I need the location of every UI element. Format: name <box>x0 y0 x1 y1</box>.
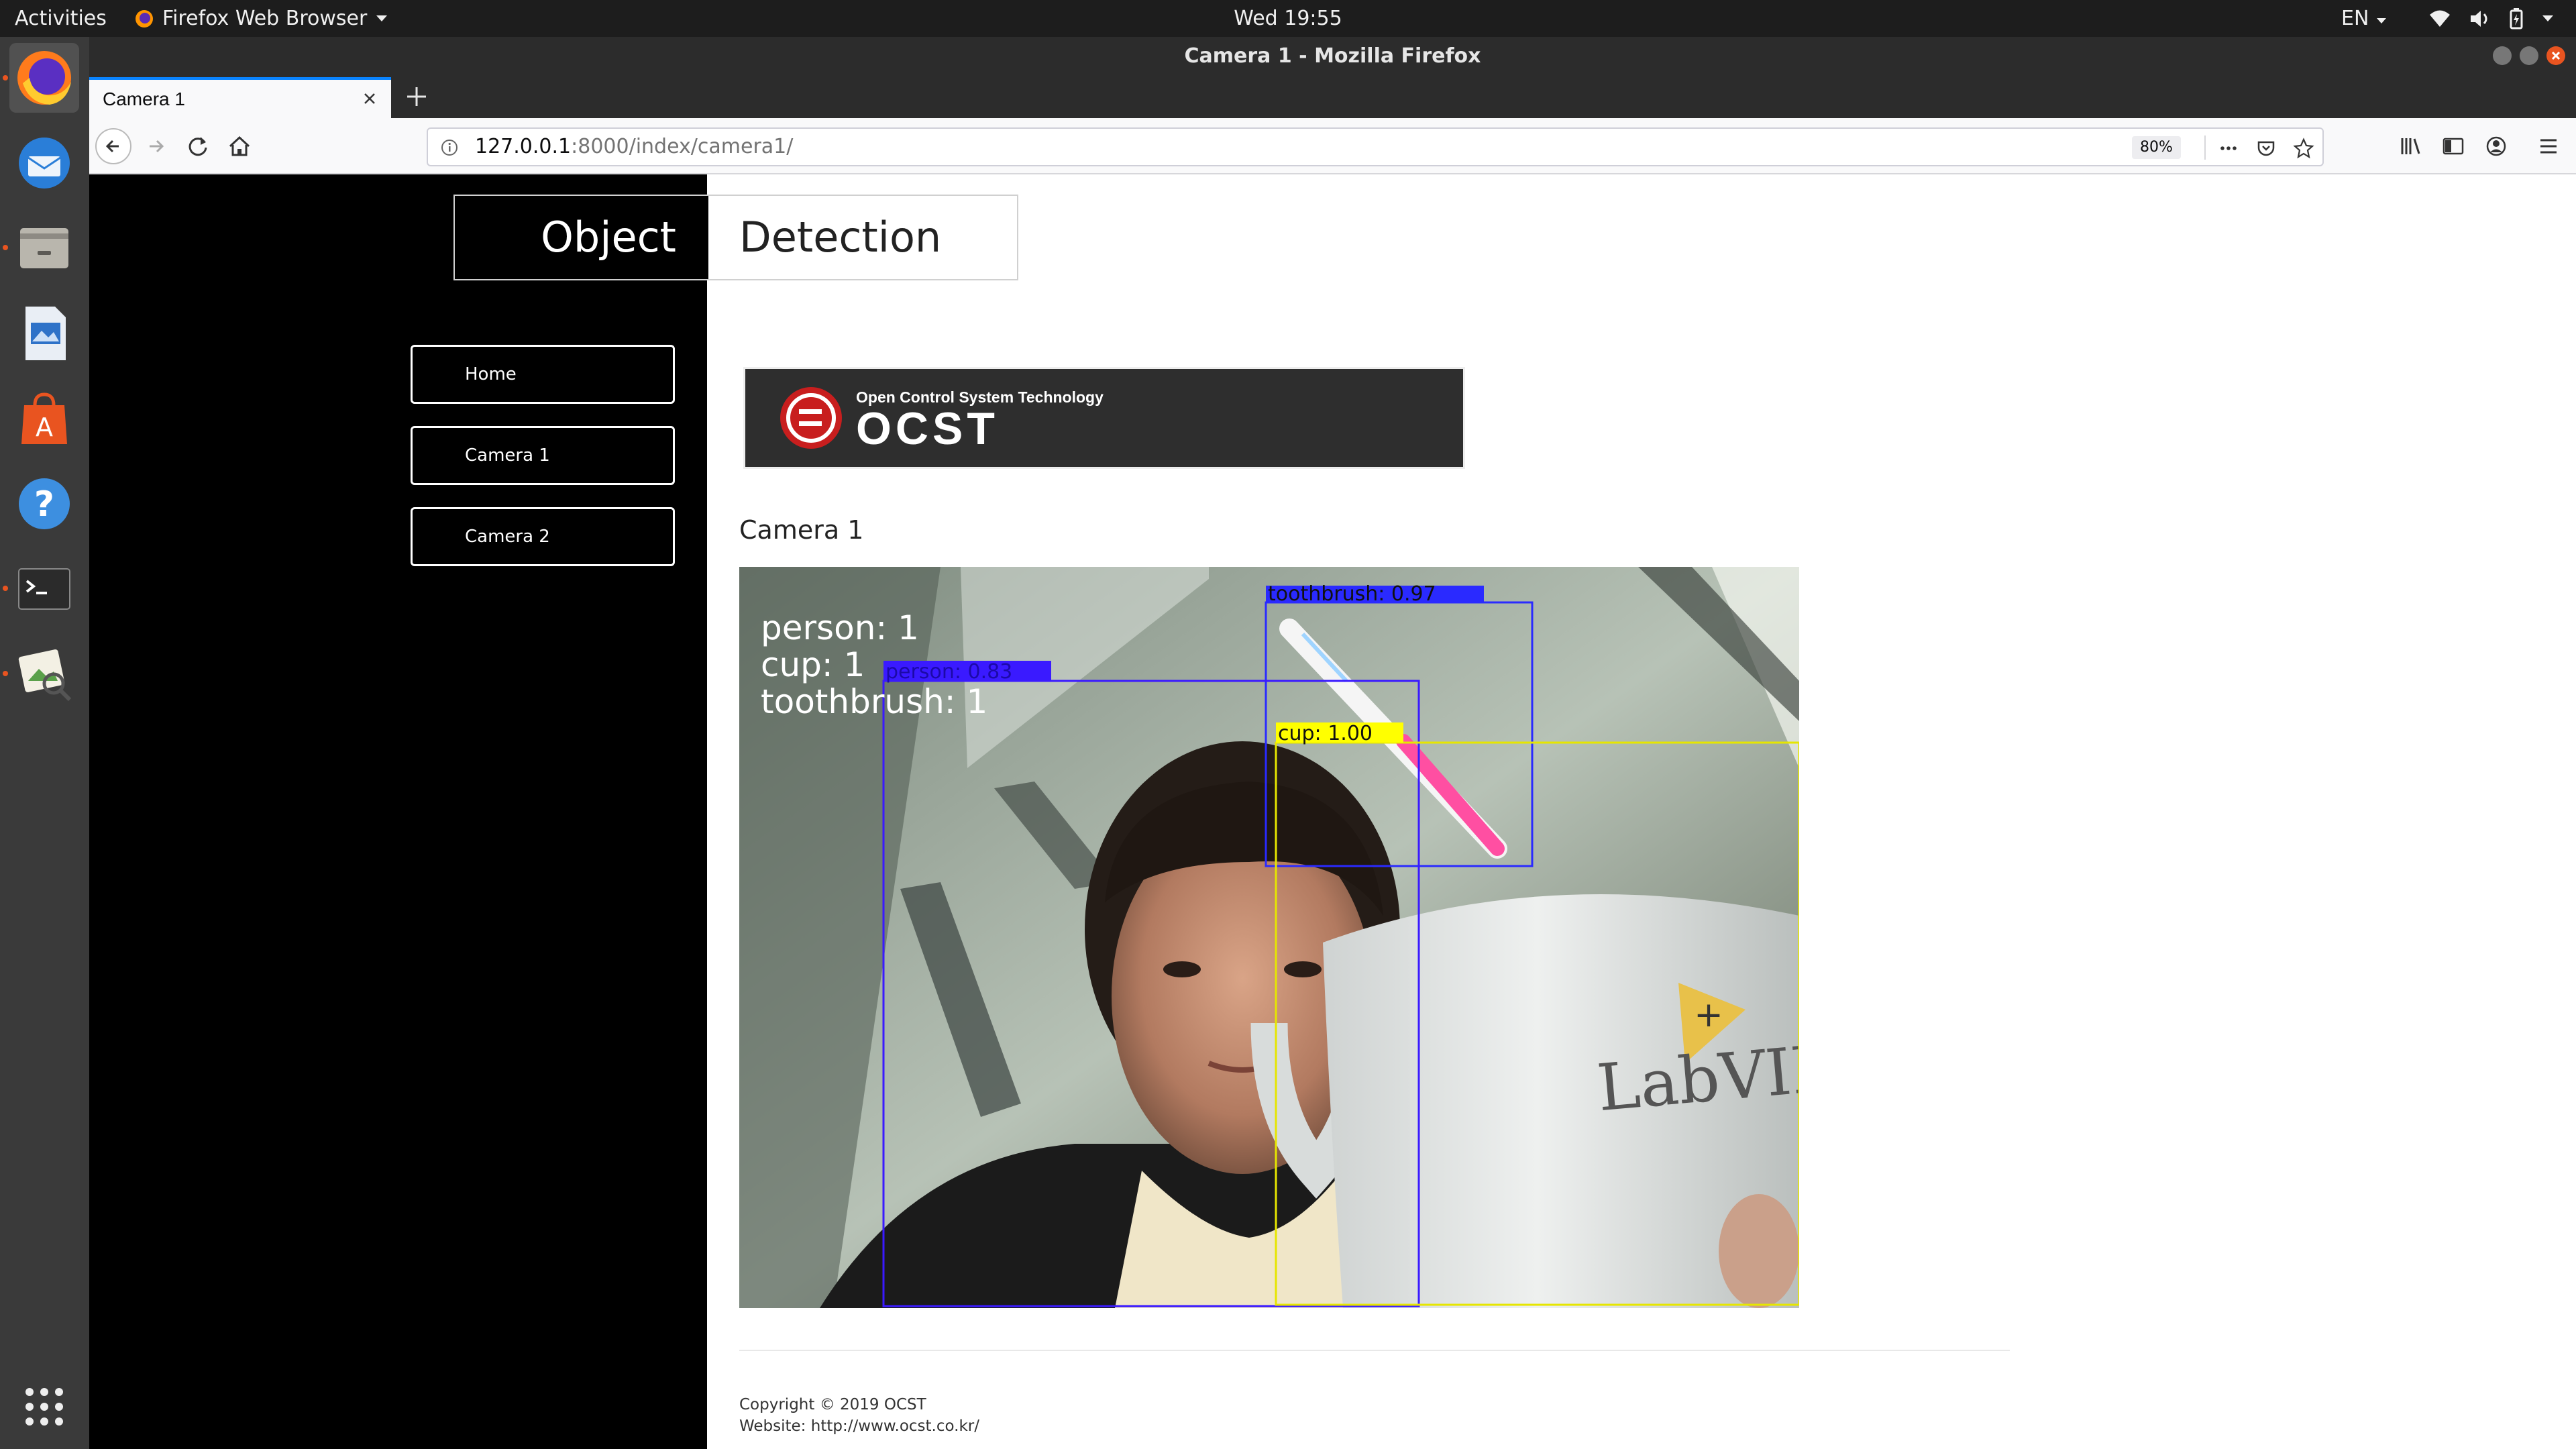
wifi-icon <box>2430 10 2450 27</box>
ubuntu-dock: A ? <box>0 37 89 1449</box>
ubuntu-top-bar: Activities Firefox Web Browser Wed 19:55… <box>0 0 2576 37</box>
urlbar-divider <box>2204 136 2206 160</box>
files-icon <box>20 228 68 268</box>
system-menu-icon <box>2542 15 2553 21</box>
presentation-icon <box>25 307 66 360</box>
window-title-bar[interactable]: Camera 1 - Mozilla Firefox <box>89 37 2576 75</box>
language-label: EN <box>2341 7 2369 30</box>
battery-icon <box>2510 7 2523 29</box>
window-title: Camera 1 - Mozilla Firefox <box>1184 44 1481 68</box>
nav-home-button[interactable]: Home <box>411 345 675 404</box>
running-indicator <box>3 586 8 591</box>
footer-copyright: Copyright © 2019 OCST <box>739 1396 926 1413</box>
home-button[interactable] <box>221 127 258 165</box>
detection-frame: + LabVIE toothbrush: 0.97 person: 0.83 c… <box>739 567 1799 1308</box>
toothbrush-label: toothbrush: 0.97 <box>1268 582 1436 606</box>
zoom-indicator[interactable]: 80% <box>2132 136 2181 159</box>
header-title-left: Object <box>455 196 708 279</box>
language-indicator[interactable]: EN <box>2341 0 2387 37</box>
image-viewer-icon <box>18 649 72 702</box>
web-page: Object Detection Home Camera 1 Camera 2 … <box>89 174 2576 1449</box>
show-applications-icon <box>25 1388 63 1426</box>
app-menu[interactable]: Firefox Web Browser <box>134 0 388 37</box>
count-cup: cup: 1 <box>761 645 865 684</box>
logo-wordmark: OCST <box>856 403 999 454</box>
close-window-button[interactable] <box>2546 46 2565 65</box>
dock-software[interactable]: A <box>9 384 79 453</box>
url-text[interactable]: 127.0.0.1:8000/index/camera1/ <box>475 129 793 165</box>
tab-title: Camera 1 <box>103 89 185 109</box>
sync-account-icon[interactable] <box>2483 133 2510 160</box>
maximize-button[interactable] <box>2520 46 2538 65</box>
page-actions-icon[interactable] <box>2218 138 2239 159</box>
dock-image-viewer[interactable] <box>9 639 79 709</box>
firefox-icon <box>17 51 71 105</box>
nav-camera-1-button[interactable]: Camera 1 <box>411 426 675 485</box>
volume-icon <box>2471 10 2487 27</box>
close-icon <box>2551 51 2561 60</box>
dock-impress[interactable] <box>9 299 79 368</box>
camera-title: Camera 1 <box>739 515 864 545</box>
page-footer: Copyright © 2019 OCST Website: http://ww… <box>739 1394 979 1437</box>
tab-strip: Camera 1 <box>89 75 2576 118</box>
url-host: 127.0.0.1 <box>475 135 572 158</box>
header-title-right: Detection <box>708 196 1017 279</box>
running-indicator <box>3 245 8 250</box>
url-path: :8000/index/camera1/ <box>571 135 794 158</box>
ocst-logo: Open Control System Technology OCST <box>780 387 1104 454</box>
dock-thunderbird[interactable] <box>9 128 79 198</box>
svg-text:+: + <box>1694 995 1723 1035</box>
terminal-icon <box>18 568 70 610</box>
pocket-icon[interactable] <box>2255 138 2277 159</box>
software-center-icon: A <box>21 392 67 444</box>
dock-terminal[interactable] <box>9 554 79 624</box>
thunderbird-icon <box>19 138 70 189</box>
app-menu-label: Firefox Web Browser <box>162 7 368 30</box>
count-person: person: 1 <box>761 608 919 647</box>
svg-text:A: A <box>36 413 53 442</box>
sidebar-toggle-icon[interactable] <box>2440 133 2467 160</box>
chevron-down-icon <box>2376 18 2386 23</box>
tab-camera-1[interactable]: Camera 1 <box>89 77 391 118</box>
back-button[interactable] <box>95 127 132 165</box>
page-header: Object Detection <box>453 195 1018 280</box>
cup-label: cup: 1.00 <box>1278 722 1373 745</box>
minimize-button[interactable] <box>2493 46 2512 65</box>
hamburger-menu-icon[interactable] <box>2535 133 2562 160</box>
system-tray[interactable] <box>2428 0 2555 37</box>
reload-button[interactable] <box>179 127 217 165</box>
help-icon: ? <box>19 478 70 529</box>
activities-button[interactable]: Activities <box>15 0 107 37</box>
ocst-logo-banner: Open Control System Technology OCST <box>743 367 1465 469</box>
camera-feed-image: + LabVIE toothbrush: 0.97 person: 0.83 c… <box>739 567 1799 1308</box>
navigation-toolbar: 127.0.0.1:8000/index/camera1/ 80% <box>89 118 2576 174</box>
footer-divider <box>739 1350 2010 1351</box>
clock[interactable]: Wed 19:55 <box>1234 7 1342 30</box>
url-bar[interactable]: 127.0.0.1:8000/index/camera1/ 80% <box>427 127 2324 166</box>
footer-website: Website: http://www.ocst.co.kr/ <box>739 1417 980 1435</box>
count-toothbrush: toothbrush: 1 <box>761 682 987 721</box>
running-indicator <box>3 671 8 676</box>
show-applications-button[interactable] <box>9 1372 79 1442</box>
dock-files[interactable] <box>9 213 79 283</box>
forward-button[interactable] <box>138 127 175 165</box>
site-info-icon[interactable] <box>440 138 459 157</box>
firefox-small-icon <box>136 9 153 28</box>
person-label: person: 0.83 <box>885 660 1012 684</box>
chevron-down-icon <box>376 15 388 21</box>
bookmark-star-icon[interactable] <box>2293 138 2314 159</box>
new-tab-icon[interactable] <box>399 79 434 114</box>
nav-camera-2-button[interactable]: Camera 2 <box>411 507 675 566</box>
running-indicator <box>3 75 8 80</box>
dock-firefox[interactable] <box>9 43 79 113</box>
close-tab-icon[interactable] <box>359 88 380 109</box>
svg-text:?: ? <box>34 484 54 525</box>
dock-help[interactable]: ? <box>9 469 79 539</box>
library-icon[interactable] <box>2397 133 2424 160</box>
